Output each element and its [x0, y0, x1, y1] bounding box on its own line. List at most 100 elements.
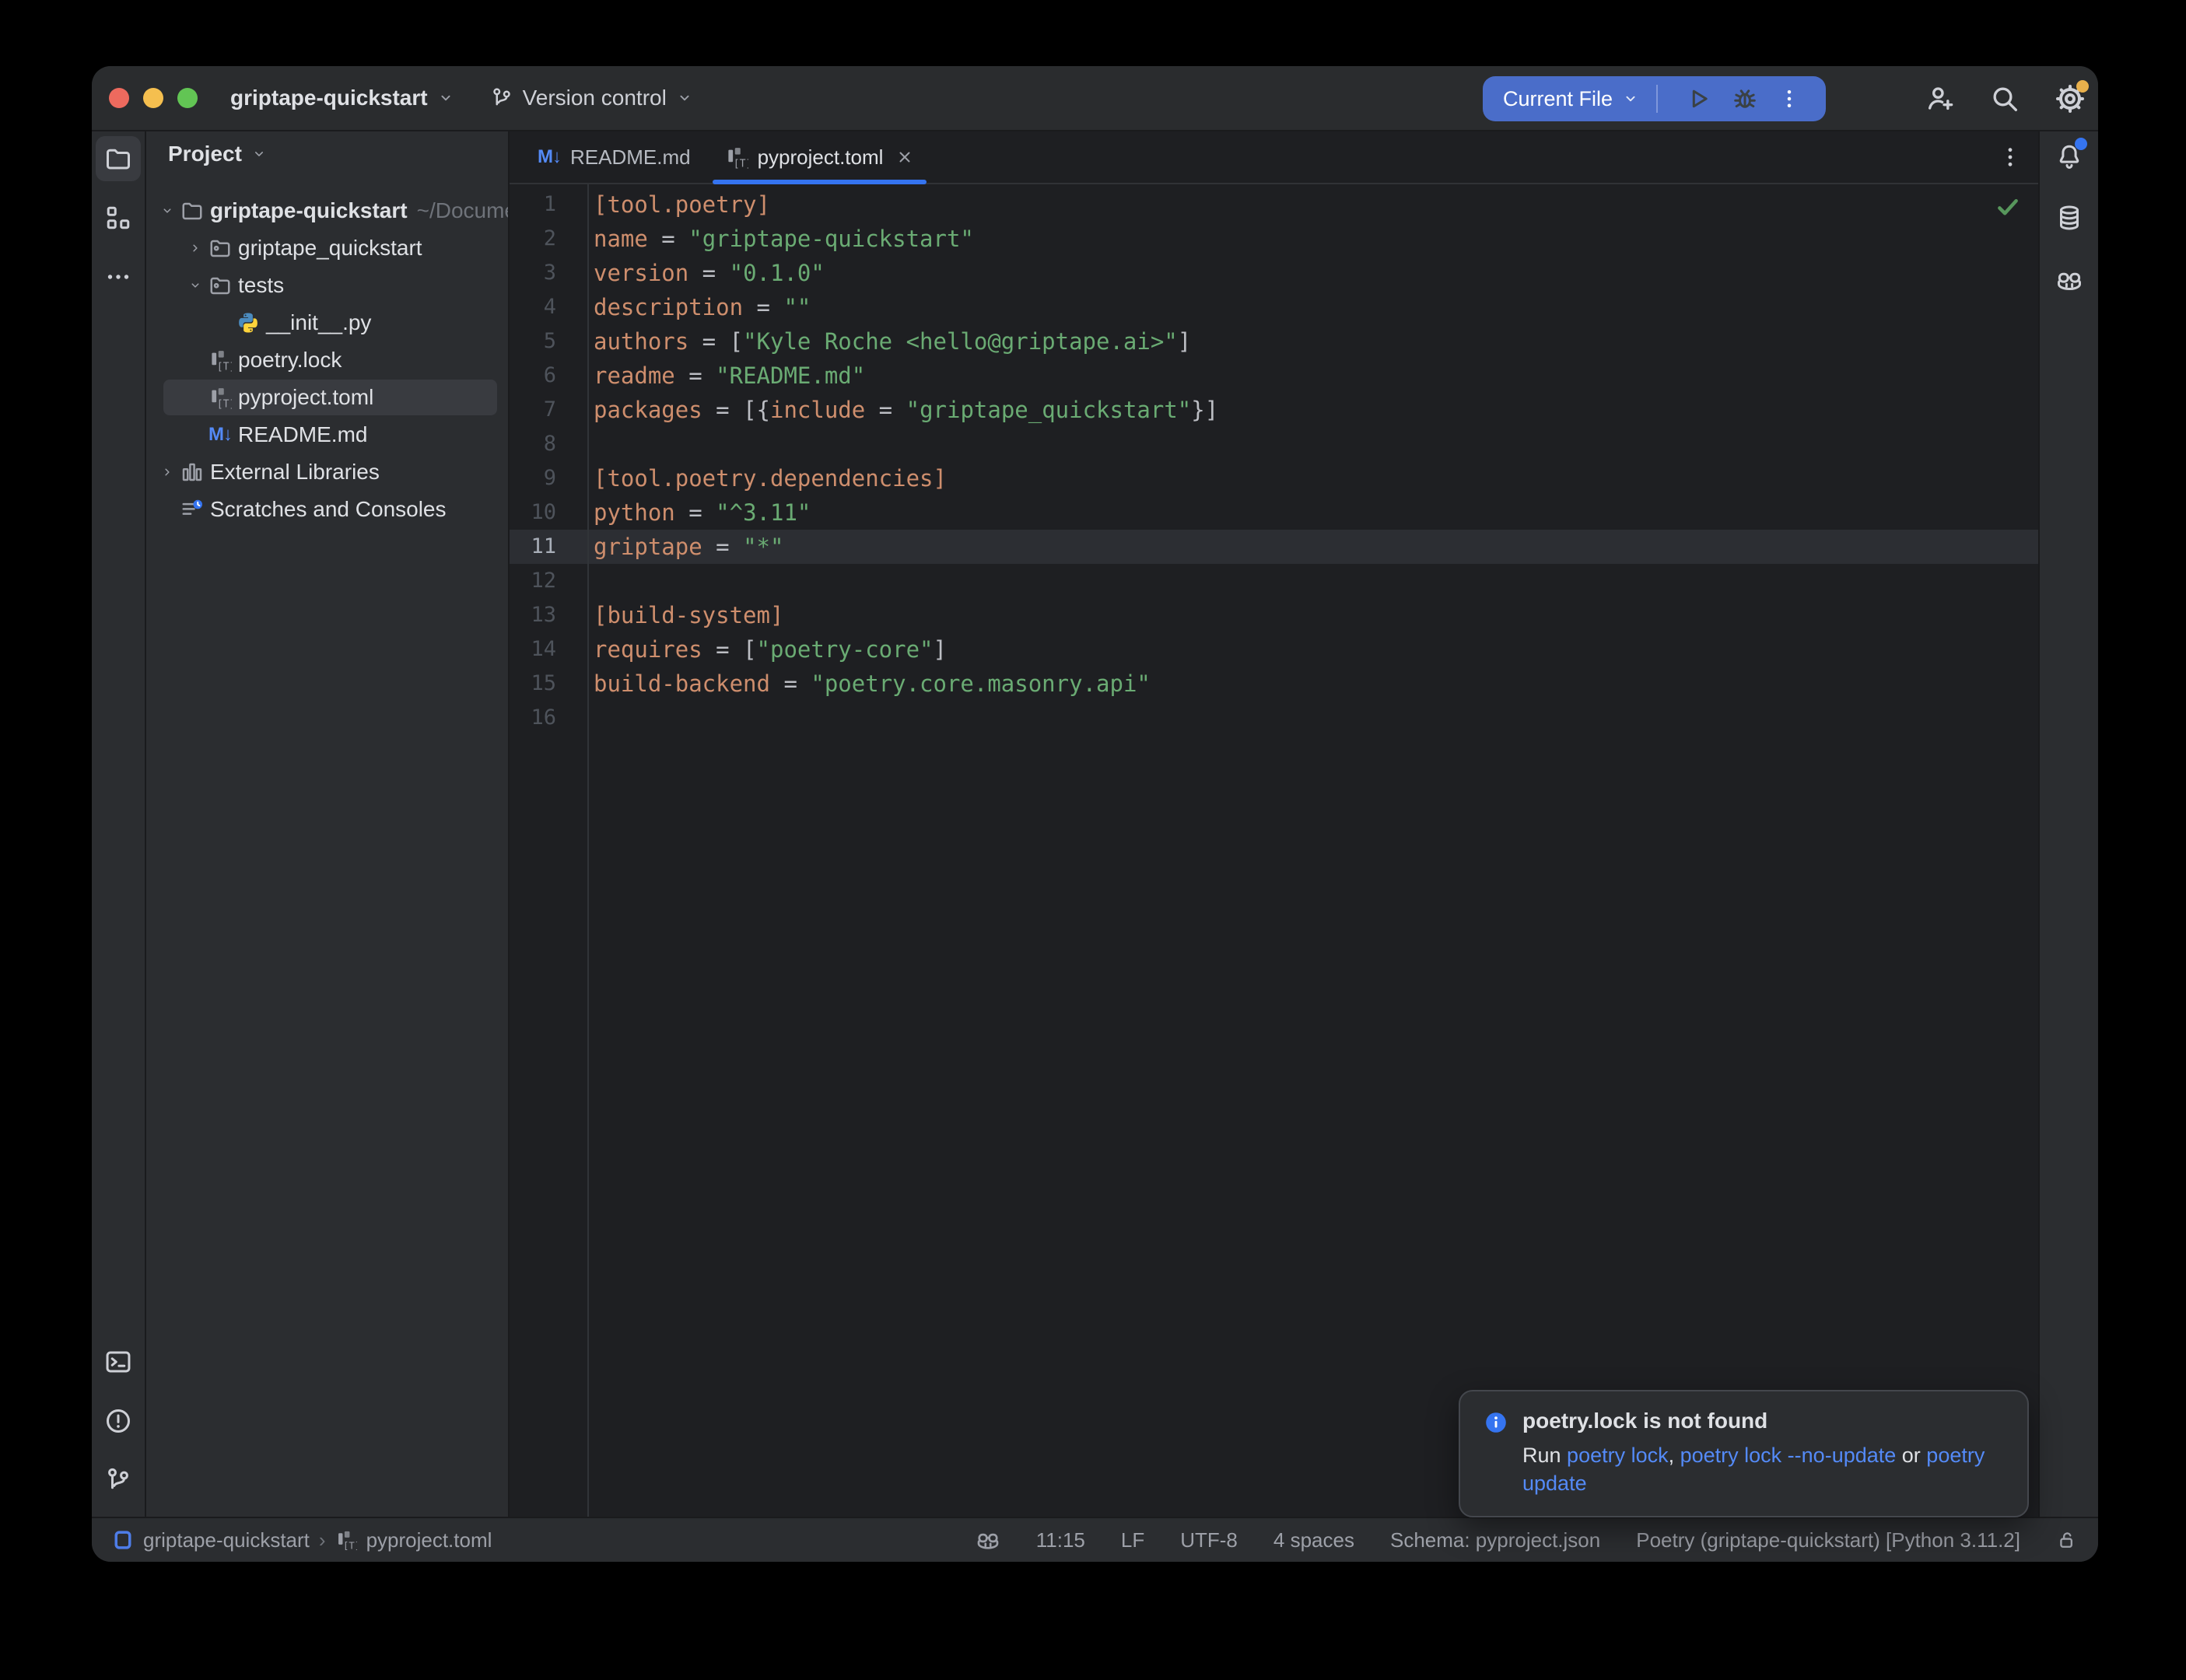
- titlebar: griptape-quickstart Version control Curr…: [92, 66, 2098, 131]
- tree-item-external-libraries[interactable]: External Libraries: [146, 453, 508, 491]
- terminal-tool-button[interactable]: [96, 1339, 141, 1384]
- code-line-4[interactable]: 4description = "": [510, 290, 2038, 324]
- code-line-2[interactable]: 2name = "griptape-quickstart": [510, 222, 2038, 256]
- code-text: build-backend = "poetry.core.masonry.api…: [587, 667, 1151, 701]
- json-schema[interactable]: Schema: pyproject.json: [1390, 1528, 1600, 1552]
- code-line-15[interactable]: 15build-backend = "poetry.core.masonry.a…: [510, 667, 2038, 701]
- notifications-button[interactable]: [2047, 133, 2092, 178]
- notification-link[interactable]: poetry lock --no-update: [1680, 1444, 1897, 1467]
- tree-item-griptape-quickstart[interactable]: griptape-quickstart~/Docume: [146, 192, 508, 229]
- line-separator[interactable]: LF: [1121, 1528, 1144, 1552]
- tree-item--init-py[interactable]: __init__.py: [146, 304, 508, 341]
- more-tool-windows-button[interactable]: [96, 254, 141, 299]
- notification-body: Run poetry lock, poetry lock --no-update…: [1522, 1441, 2006, 1497]
- breadcrumb-separator: ›: [319, 1528, 326, 1552]
- editor-tabs: M↓ README.md [T] pyproject.toml: [510, 131, 2038, 184]
- notification-link[interactable]: poetry lock: [1567, 1444, 1669, 1467]
- breadcrumb-item[interactable]: pyproject.toml: [366, 1528, 492, 1552]
- run-config-selector[interactable]: Current File: [1503, 87, 1613, 111]
- chevron-spacer: [185, 387, 205, 408]
- database-tool-button[interactable]: [2047, 195, 2092, 240]
- chevron-down-icon[interactable]: [1622, 90, 1639, 107]
- chevron-down-icon[interactable]: [185, 275, 205, 296]
- code-with-me-icon[interactable]: [1924, 83, 1955, 114]
- toml-file-icon: [T]: [725, 145, 748, 169]
- project-tool-button[interactable]: [96, 136, 141, 181]
- tree-item-tests[interactable]: tests: [146, 267, 508, 304]
- tab-pyproject[interactable]: [T] pyproject.toml: [708, 131, 932, 183]
- code-text: name = "griptape-quickstart": [587, 222, 974, 256]
- zoom-window-button[interactable]: [177, 88, 198, 108]
- tree-item-scratches-and-consoles[interactable]: Scratches and Consoles: [146, 491, 508, 528]
- code-line-14[interactable]: 14requires = ["poetry-core"]: [510, 632, 2038, 667]
- line-number: 1: [510, 187, 587, 222]
- copilot-icon: [2055, 266, 2083, 294]
- copilot-status-icon[interactable]: [976, 1528, 1000, 1552]
- chevron-down-icon[interactable]: [157, 201, 177, 221]
- python-interpreter[interactable]: Poetry (griptape-quickstart) [Python 3.1…: [1636, 1528, 2020, 1552]
- project-panel-title: Project: [168, 142, 242, 166]
- breadcrumb-item[interactable]: griptape-quickstart: [143, 1528, 310, 1552]
- project-panel-header[interactable]: Project: [146, 131, 508, 177]
- minimize-window-button[interactable]: [143, 88, 163, 108]
- code-text: authors = ["Kyle Roche <hello@griptape.a…: [587, 324, 1191, 359]
- version-control-tool-button[interactable]: [96, 1458, 141, 1503]
- code-line-12[interactable]: 12: [510, 564, 2038, 598]
- close-tab-icon[interactable]: [895, 148, 914, 166]
- search-everywhere-icon[interactable]: [1989, 83, 2020, 114]
- caret-position[interactable]: 11:15: [1036, 1528, 1085, 1552]
- line-number: 9: [510, 461, 587, 495]
- code-text: python = "^3.11": [587, 495, 811, 530]
- ai-assistant-tool-button[interactable]: [2047, 257, 2092, 303]
- inspections-ok-icon[interactable]: [1995, 194, 2021, 220]
- tree-item-poetry-lock[interactable]: [T]poetry.lock: [146, 341, 508, 379]
- tab-readme[interactable]: M↓ README.md: [520, 131, 708, 183]
- code-line-9[interactable]: 9[tool.poetry.dependencies]: [510, 461, 2038, 495]
- statusbar-widgets: 11:15 LF UTF-8 4 spaces Schema: pyproject.js…: [976, 1528, 2078, 1552]
- code-line-6[interactable]: 6readme = "README.md": [510, 359, 2038, 393]
- line-number: 15: [510, 667, 587, 701]
- vcs-widget[interactable]: Version control: [490, 86, 693, 110]
- close-window-button[interactable]: [109, 88, 129, 108]
- folder-icon: [180, 199, 204, 222]
- code-line-13[interactable]: 13[build-system]: [510, 598, 2038, 632]
- structure-tool-button[interactable]: [96, 195, 141, 240]
- code-line-10[interactable]: 10python = "^3.11": [510, 495, 2038, 530]
- notification-text: Run: [1522, 1444, 1567, 1467]
- project-tree: griptape-quickstart~/Documegriptape_quic…: [146, 177, 508, 528]
- project-widget[interactable]: griptape-quickstart: [230, 86, 454, 110]
- code-line-1[interactable]: 1[tool.poetry]: [510, 187, 2038, 222]
- statusbar: griptape-quickstart › [T] pyproject.toml 11…: [92, 1517, 2098, 1562]
- notification-popup: poetry.lock is not found Run poetry lock…: [1459, 1390, 2029, 1517]
- module-icon[interactable]: [112, 1529, 134, 1551]
- tree-item-readme-md[interactable]: M↓README.md: [146, 416, 508, 453]
- chevron-right-icon[interactable]: [185, 238, 205, 258]
- debug-button[interactable]: [1731, 85, 1759, 113]
- tree-item-pyproject-toml[interactable]: [T]pyproject.toml: [146, 379, 508, 416]
- left-toolbar: [92, 131, 146, 1517]
- editor-options-icon[interactable]: [1998, 145, 2023, 170]
- run-more-actions-button[interactable]: [1778, 85, 1801, 113]
- settings-button[interactable]: [2055, 83, 2086, 114]
- code-line-3[interactable]: 3version = "0.1.0": [510, 256, 2038, 290]
- chevron-right-icon[interactable]: [157, 462, 177, 482]
- run-button[interactable]: [1684, 85, 1712, 113]
- toml-file-icon[interactable]: [T]: [335, 1529, 357, 1551]
- ellipsis-icon: [104, 263, 132, 291]
- problems-tool-button[interactable]: [96, 1398, 141, 1444]
- file-encoding[interactable]: UTF-8: [1180, 1528, 1238, 1552]
- code-line-5[interactable]: 5authors = ["Kyle Roche <hello@griptape.…: [510, 324, 2038, 359]
- code-line-16[interactable]: 16: [510, 701, 2038, 735]
- markdown-icon: M↓: [208, 423, 232, 446]
- indent-style[interactable]: 4 spaces: [1273, 1528, 1354, 1552]
- code-line-11[interactable]: 11griptape = "*": [510, 530, 2038, 564]
- code-text: [tool.poetry]: [587, 187, 770, 222]
- code-line-7[interactable]: 7packages = [{include = "griptape_quicks…: [510, 393, 2038, 427]
- python-icon: [236, 311, 260, 334]
- code-editor[interactable]: 1[tool.poetry]2name = "griptape-quicksta…: [510, 184, 2038, 1517]
- code-line-8[interactable]: 8: [510, 427, 2038, 461]
- tree-item-griptape-quickstart[interactable]: griptape_quickstart: [146, 229, 508, 267]
- tab-label: README.md: [570, 145, 691, 170]
- unlock-icon[interactable]: [2056, 1529, 2078, 1551]
- problems-icon: [104, 1407, 132, 1435]
